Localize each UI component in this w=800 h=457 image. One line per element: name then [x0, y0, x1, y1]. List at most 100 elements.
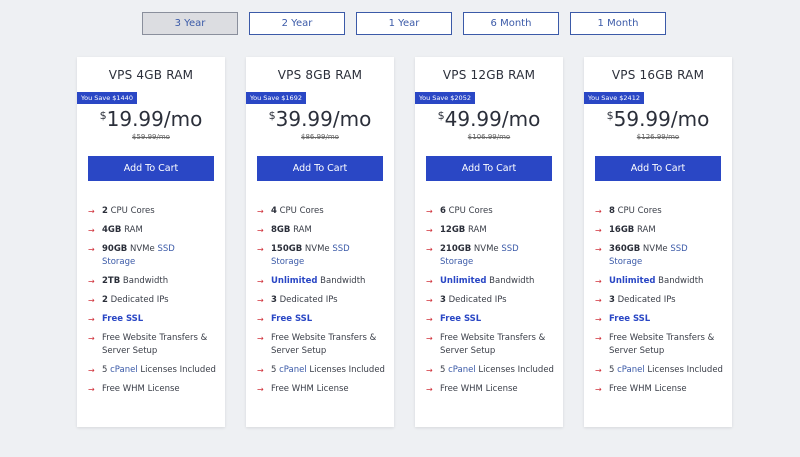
currency-symbol: $ [99, 109, 107, 122]
price-amount: 49.99 [444, 107, 502, 131]
arrow-right-icon: → [88, 315, 95, 324]
ssd-link[interactable]: SSD [670, 244, 687, 254]
feature-list: → 6 CPU Cores → 12GB RAM → 210GB NVMe SSD St… [426, 205, 557, 402]
arrow-right-icon: → [595, 277, 602, 286]
original-price: $126.99/mo [636, 133, 680, 141]
feature-ssl: → Free SSL [88, 314, 144, 324]
tab-3-year[interactable]: 3 Year [142, 12, 238, 35]
price-amount: 39.99 [275, 107, 333, 131]
arrow-right-icon: → [426, 366, 433, 375]
feature-ram: → 4GB RAM [88, 225, 143, 235]
storage-link[interactable]: Storage [609, 257, 642, 267]
feature-bandwidth: → Unlimited Bandwidth [426, 276, 535, 286]
tab-2-year[interactable]: 2 Year [249, 12, 345, 35]
plan-name: VPS 16GB RAM [611, 68, 705, 82]
storage-link[interactable]: Storage [271, 257, 304, 267]
arrow-right-icon: → [257, 315, 264, 324]
feature-ips: → 2 Dedicated IPs [88, 295, 169, 305]
original-price: $106.99/mo [467, 133, 511, 141]
feature-cpanel: → 5 cPanel Licenses Included [426, 365, 554, 375]
arrow-right-icon: → [257, 366, 264, 375]
feature-ram: → 16GB RAM [595, 225, 656, 235]
price-period: /mo [670, 107, 710, 131]
storage-link[interactable]: Storage [440, 257, 473, 267]
feature-bandwidth: → 2TB Bandwidth [88, 276, 169, 286]
feature-bandwidth: → Unlimited Bandwidth [257, 276, 366, 286]
feature-transfer: → Free Website Transfers & Server Setup [426, 333, 546, 356]
tab-1-month[interactable]: 1 Month [570, 12, 666, 35]
arrow-right-icon: → [257, 245, 264, 254]
savings-badge: You Save $1440 [77, 92, 137, 104]
arrow-right-icon: → [426, 334, 433, 343]
arrow-right-icon: → [426, 245, 433, 254]
feature-cpanel: → 5 cPanel Licenses Included [257, 365, 385, 375]
feature-cpu: → 6 CPU Cores [426, 206, 493, 216]
feature-whm: → Free WHM License [88, 384, 180, 394]
feature-ips: → 3 Dedicated IPs [595, 295, 676, 305]
feature-transfer: → Free Website Transfers & Server Setup [595, 333, 715, 356]
arrow-right-icon: → [595, 334, 602, 343]
feature-storage: → 150GB NVMe SSD Storage [257, 244, 350, 267]
savings-badge: You Save $2052 [415, 92, 475, 104]
arrow-right-icon: → [426, 277, 433, 286]
savings-badge: You Save $1692 [246, 92, 306, 104]
feature-ips: → 3 Dedicated IPs [257, 295, 338, 305]
ssd-link[interactable]: SSD [501, 244, 518, 254]
arrow-right-icon: → [426, 385, 433, 394]
feature-ssl: → Free SSL [595, 314, 651, 324]
cpanel-link[interactable]: cPanel [110, 365, 138, 375]
feature-storage: → 90GB NVMe SSD Storage [88, 244, 175, 267]
plan-price: $39.99/mo [246, 107, 394, 131]
arrow-right-icon: → [88, 296, 95, 305]
savings-badge: You Save $2412 [584, 92, 644, 104]
arrow-right-icon: → [595, 207, 602, 216]
add-to-cart-button[interactable]: Add To Cart [257, 156, 383, 181]
feature-storage: → 210GB NVMe SSD Storage [426, 244, 519, 267]
add-to-cart-button[interactable]: Add To Cart [426, 156, 552, 181]
tab-6-month[interactable]: 6 Month [463, 12, 559, 35]
plan-name: VPS 8GB RAM [277, 68, 363, 82]
price-period: /mo [332, 107, 372, 131]
cpanel-link[interactable]: cPanel [448, 365, 476, 375]
feature-cpanel: → 5 cPanel Licenses Included [595, 365, 723, 375]
arrow-right-icon: → [88, 226, 95, 235]
feature-ram: → 8GB RAM [257, 225, 312, 235]
tab-1-year[interactable]: 1 Year [356, 12, 452, 35]
original-price: $86.99/mo [301, 133, 339, 141]
arrow-right-icon: → [595, 296, 602, 305]
feature-ssl: → Free SSL [426, 314, 482, 324]
pricing-card: VPS 16GB RAM You Save $2412 $59.99/mo $1… [584, 57, 732, 427]
price-period: /mo [501, 107, 541, 131]
add-to-cart-button[interactable]: Add To Cart [88, 156, 214, 181]
price-amount: 59.99 [613, 107, 671, 131]
plan-name: VPS 4GB RAM [108, 68, 194, 82]
add-to-cart-button[interactable]: Add To Cart [595, 156, 721, 181]
feature-list: → 4 CPU Cores → 8GB RAM → 150GB NVMe SSD Sto… [257, 205, 388, 402]
feature-list: → 2 CPU Cores → 4GB RAM → 90GB NVMe SSD Stor… [88, 205, 219, 402]
pricing-card: VPS 12GB RAM You Save $2052 $49.99/mo $1… [415, 57, 563, 427]
ssd-link[interactable]: SSD [157, 244, 174, 254]
feature-bandwidth: → Unlimited Bandwidth [595, 276, 704, 286]
cpanel-link[interactable]: cPanel [617, 365, 645, 375]
feature-whm: → Free WHM License [426, 384, 518, 394]
arrow-right-icon: → [257, 296, 264, 305]
arrow-right-icon: → [595, 385, 602, 394]
currency-symbol: $ [606, 109, 614, 122]
arrow-right-icon: → [257, 385, 264, 394]
arrow-right-icon: → [257, 207, 264, 216]
feature-whm: → Free WHM License [257, 384, 349, 394]
feature-ram: → 12GB RAM [426, 225, 487, 235]
feature-transfer: → Free Website Transfers & Server Setup [257, 333, 377, 356]
arrow-right-icon: → [88, 207, 95, 216]
feature-cpu: → 4 CPU Cores [257, 206, 324, 216]
plan-price: $19.99/mo [77, 107, 225, 131]
feature-list: → 8 CPU Cores → 16GB RAM → 360GB NVMe SSD St… [595, 205, 726, 402]
arrow-right-icon: → [257, 226, 264, 235]
storage-link[interactable]: Storage [102, 257, 135, 267]
ssd-link[interactable]: SSD [332, 244, 349, 254]
cpanel-link[interactable]: cPanel [279, 365, 307, 375]
arrow-right-icon: → [257, 334, 264, 343]
original-price: $59.99/mo [132, 133, 170, 141]
billing-period-tabs: 3 Year 2 Year 1 Year 6 Month 1 Month [142, 12, 666, 35]
feature-storage: → 360GB NVMe SSD Storage [595, 244, 688, 267]
